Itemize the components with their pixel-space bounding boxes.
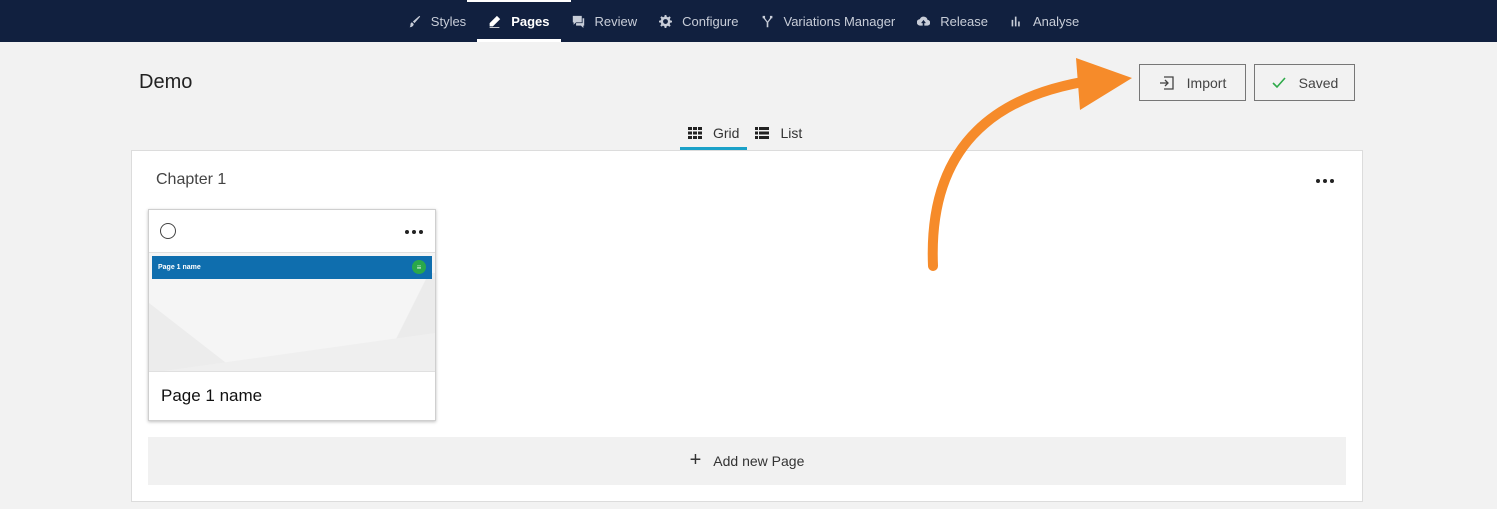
nav-item-label: Variations Manager — [783, 13, 896, 29]
add-page-button[interactable]: + Add new Page — [148, 437, 1346, 485]
nav-item-release[interactable]: Release — [906, 0, 999, 42]
chapter-title: Chapter 1 — [156, 171, 227, 188]
import-button-label: Import — [1186, 74, 1227, 91]
menu-icon: ≡ — [412, 260, 426, 274]
tab-grid[interactable]: Grid — [680, 116, 748, 150]
thumbnail-header: Page 1 name ≡ — [152, 256, 432, 279]
list-icon — [755, 127, 770, 139]
view-toggle: Grid List — [680, 116, 810, 150]
plus-icon: + — [689, 448, 702, 471]
tab-list-label: List — [780, 125, 803, 141]
comment-icon — [572, 15, 584, 28]
saved-button[interactable]: Saved — [1254, 64, 1355, 101]
pencil-icon — [489, 15, 501, 28]
nav-item-styles[interactable]: Styles — [397, 0, 477, 42]
chapter-panel: Chapter 1 Page 1 name ≡ Page 1 name + Ad… — [131, 150, 1363, 502]
bar-chart-icon — [1011, 16, 1020, 26]
nav-item-label: Analyse — [1032, 13, 1080, 29]
brush-icon — [409, 15, 420, 27]
tab-list[interactable]: List — [747, 116, 810, 150]
page-name: Page 1 name — [161, 386, 263, 405]
nav-item-pages[interactable]: Pages — [477, 0, 561, 42]
grid-icon — [688, 127, 702, 139]
page-select-radio[interactable] — [160, 223, 176, 239]
import-button[interactable]: Import — [1139, 64, 1246, 101]
arrow-head — [1076, 58, 1132, 110]
thumbnail-title: Page 1 name — [158, 264, 201, 271]
page-more-icon[interactable] — [405, 230, 423, 234]
nav-item-label: Release — [940, 13, 988, 29]
page-thumbnail[interactable]: Page 1 name ≡ — [149, 252, 435, 372]
nav-item-label: Configure — [682, 13, 739, 29]
page-title: Demo — [139, 71, 193, 93]
nav-item-configure[interactable]: Configure — [648, 0, 749, 42]
import-icon — [1159, 75, 1174, 90]
nav-item-label: Review — [594, 13, 638, 29]
saved-button-label: Saved — [1298, 74, 1339, 91]
nav-item-review[interactable]: Review — [561, 0, 649, 42]
gear-icon — [659, 14, 673, 28]
cloud-upload-icon — [917, 16, 931, 26]
page-card[interactable]: Page 1 name ≡ Page 1 name — [148, 209, 436, 421]
tab-grid-label: Grid — [713, 125, 740, 141]
branch-icon — [762, 15, 772, 27]
nav-item-label: Pages — [511, 13, 550, 29]
top-navigation-bar: Styles Pages Review Configure Variations… — [0, 0, 1497, 42]
add-page-label: Add new Page — [713, 453, 805, 469]
nav-item-label: Styles — [430, 13, 467, 29]
check-icon — [1272, 76, 1286, 88]
chapter-more-icon[interactable] — [1316, 179, 1334, 183]
nav-item-variations-manager[interactable]: Variations Manager — [750, 0, 907, 42]
nav-item-analyse[interactable]: Analyse — [999, 0, 1090, 42]
